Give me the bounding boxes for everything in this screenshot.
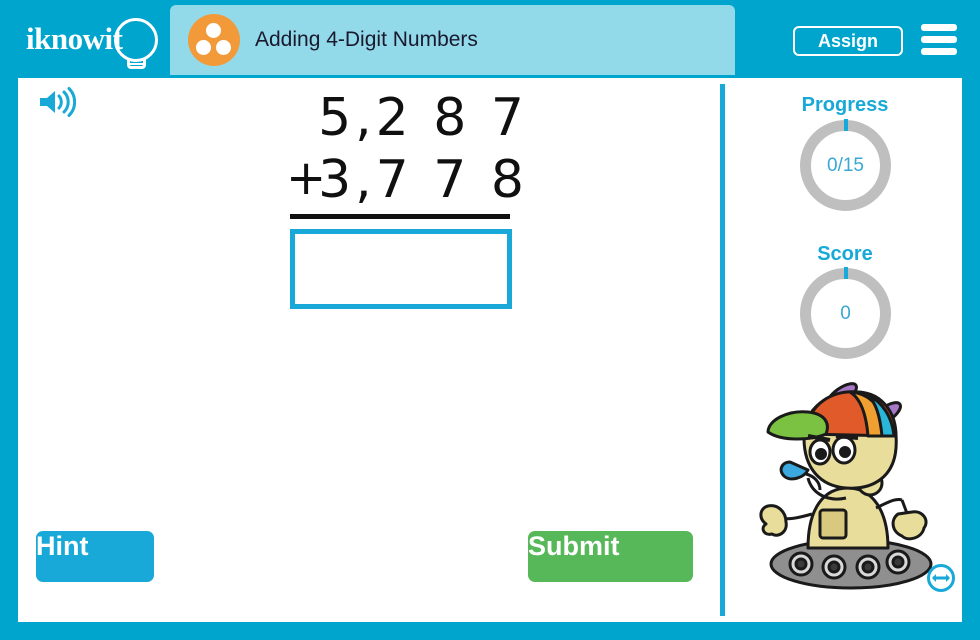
status-sidebar: Progress 0/15 Score 0: [728, 78, 962, 622]
badge-dot-bottom-right: [216, 40, 231, 55]
progress-label: Progress: [801, 94, 889, 116]
badge-dot-top: [206, 23, 221, 38]
content-sidebar-divider: [720, 84, 725, 616]
progress-value: 0/15: [827, 155, 864, 176]
hint-button[interactable]: Hint: [36, 531, 154, 582]
operator-plus: +: [286, 150, 331, 206]
app-frame: iknowit Adding 4-Digit Numbers Assign 5,…: [0, 0, 980, 640]
submit-button[interactable]: Submit: [528, 531, 693, 582]
lightbulb-icon: [114, 18, 158, 62]
speaker-icon[interactable]: [36, 86, 77, 118]
score-ring: 0: [800, 267, 891, 359]
hamburger-menu-icon[interactable]: [921, 24, 957, 56]
three-dots-circle-icon: [188, 14, 240, 66]
addend-1: 5,2 8 7: [318, 88, 528, 148]
lightbulb-base-line-icon: [129, 63, 144, 65]
assign-button[interactable]: Assign: [793, 26, 903, 56]
badge-dot-bottom-left: [196, 40, 211, 55]
menu-bar-3: [921, 48, 957, 55]
menu-bar-2: [921, 36, 957, 43]
app-header: iknowit Adding 4-Digit Numbers Assign: [0, 0, 980, 78]
math-problem: 5,2 8 7 + 3,7 7 8: [268, 88, 528, 309]
score-label: Score: [817, 243, 873, 265]
robot-mascot-icon: [746, 378, 956, 593]
logo-text: iknowit: [26, 21, 123, 56]
resize-horizontal-icon[interactable]: [926, 563, 956, 593]
content-area: 5,2 8 7 + 3,7 7 8 Progress 0/15 Score 0: [18, 78, 962, 622]
addend-row-2: + 3,7 7 8: [268, 150, 528, 212]
progress-ring: 0/15: [800, 119, 891, 211]
page-title: Adding 4-Digit Numbers: [255, 28, 478, 51]
brand-logo[interactable]: iknowit: [18, 10, 168, 69]
addend-2: 3,7 7 8: [318, 150, 528, 210]
answer-input[interactable]: [290, 229, 512, 309]
score-value: 0: [840, 303, 851, 324]
lesson-title-strip: Adding 4-Digit Numbers: [170, 5, 735, 75]
problem-rule-line: [290, 214, 510, 219]
menu-bar-1: [921, 24, 957, 31]
addend-row-1: 5,2 8 7: [268, 88, 528, 150]
